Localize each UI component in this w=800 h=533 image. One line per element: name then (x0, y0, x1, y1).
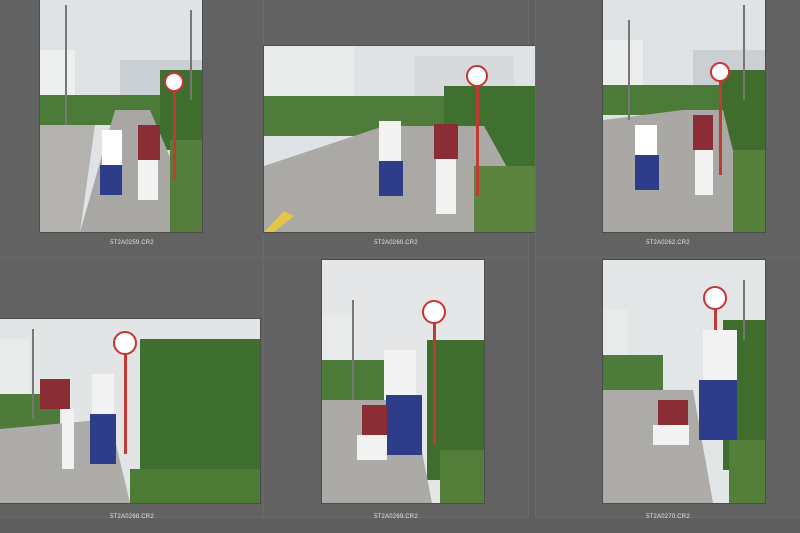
thumbnail-filename: 5T2A0262.CR2 (646, 240, 690, 246)
photo-thumbnail-3[interactable] (603, 0, 765, 232)
thumbnail-filename: 5T2A0269.CR2 (374, 514, 418, 520)
photo-thumbnail-1[interactable] (40, 0, 202, 232)
thumbnail-cell-2[interactable]: 5T2A0260.CR2 (263, 0, 543, 258)
thumbnail-grid: 5T2A0259.CR2 5T2A0260.CR2 5T2A0262.CR2 5… (0, 0, 800, 533)
photo-thumbnail-6[interactable] (603, 260, 765, 503)
photo-thumbnail-2[interactable] (264, 46, 543, 232)
photo-thumbnail-5[interactable] (322, 260, 484, 503)
thumbnail-cell-5[interactable]: 5T2A0269.CR2 (263, 259, 529, 520)
thumbnail-cell-3[interactable]: 5T2A0262.CR2 (535, 0, 800, 258)
thumbnail-filename: 5T2A0268.CR2 (110, 514, 154, 520)
thumbnail-filename: 5T2A0270.CR2 (646, 514, 690, 520)
thumbnail-cell-1[interactable]: 5T2A0259.CR2 (0, 0, 265, 258)
photo-thumbnail-4[interactable] (0, 319, 260, 503)
thumbnail-filename: 5T2A0259.CR2 (110, 240, 154, 246)
thumbnail-filename: 5T2A0260.CR2 (374, 240, 418, 246)
thumbnail-cell-4[interactable]: 5T2A0268.CR2 (0, 259, 265, 520)
thumbnail-cell-6[interactable]: 5T2A0270.CR2 (535, 259, 800, 520)
